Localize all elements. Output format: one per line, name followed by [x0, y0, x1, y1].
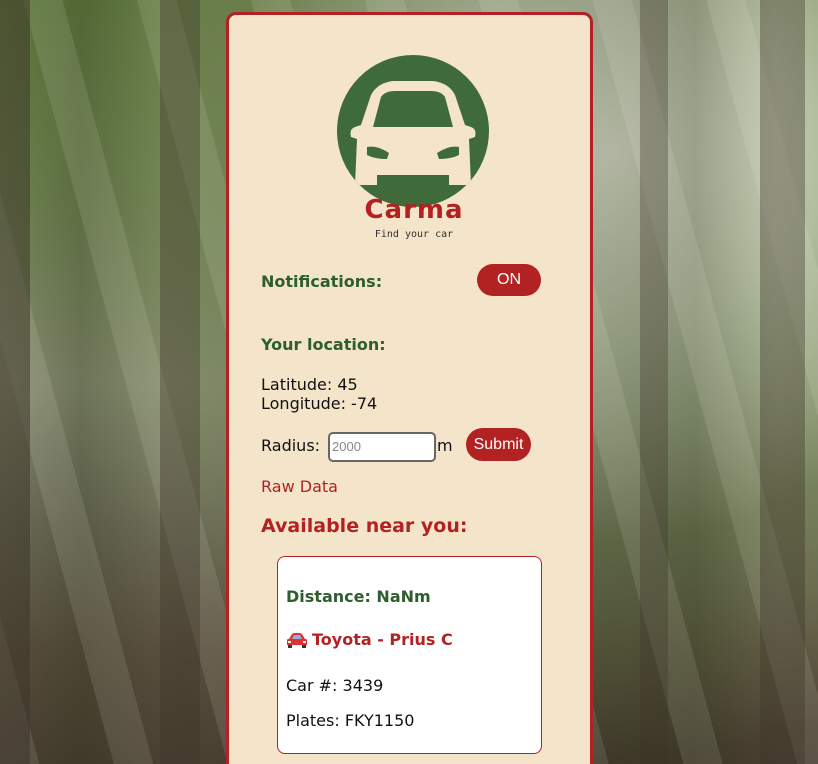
radius-unit: m: [437, 436, 453, 455]
result-car-name: Toyota - Prius C: [312, 630, 453, 649]
submit-button[interactable]: Submit: [466, 428, 531, 461]
result-card[interactable]: Distance: NaNm Toyota - Prius C Car #: 3…: [277, 556, 542, 754]
result-car-number: Car #: 3439: [286, 676, 384, 695]
radius-label: Radius:: [261, 436, 321, 455]
latitude-text: Latitude: 45: [261, 375, 358, 394]
notifications-toggle-button[interactable]: ON: [477, 264, 541, 296]
result-plates: Plates: FKY1150: [286, 711, 415, 730]
car-logo-icon: [337, 55, 489, 207]
longitude-text: Longitude: -74: [261, 394, 378, 413]
car-icon: [286, 631, 308, 649]
location-heading: Your location:: [261, 335, 386, 354]
background-tree-trunk: [0, 0, 30, 764]
carma-logo: Carma Find your car: [334, 55, 489, 245]
results-heading: Available near you:: [261, 515, 468, 537]
background-tree-trunk: [160, 0, 200, 764]
brand-tagline: Find your car: [374, 229, 454, 240]
background-tree-trunk: [640, 0, 668, 764]
result-distance: Distance: NaNm: [286, 587, 431, 606]
notifications-label: Notifications:: [261, 272, 383, 291]
radius-input[interactable]: 2000: [328, 432, 436, 462]
brand-name: Carma: [364, 195, 464, 225]
raw-data-link[interactable]: Raw Data: [261, 477, 338, 496]
result-car-name-row: Toyota - Prius C: [286, 630, 453, 649]
background-tree-trunk: [760, 0, 805, 764]
main-card: Carma Find your car Notifications: ON Yo…: [226, 12, 593, 764]
